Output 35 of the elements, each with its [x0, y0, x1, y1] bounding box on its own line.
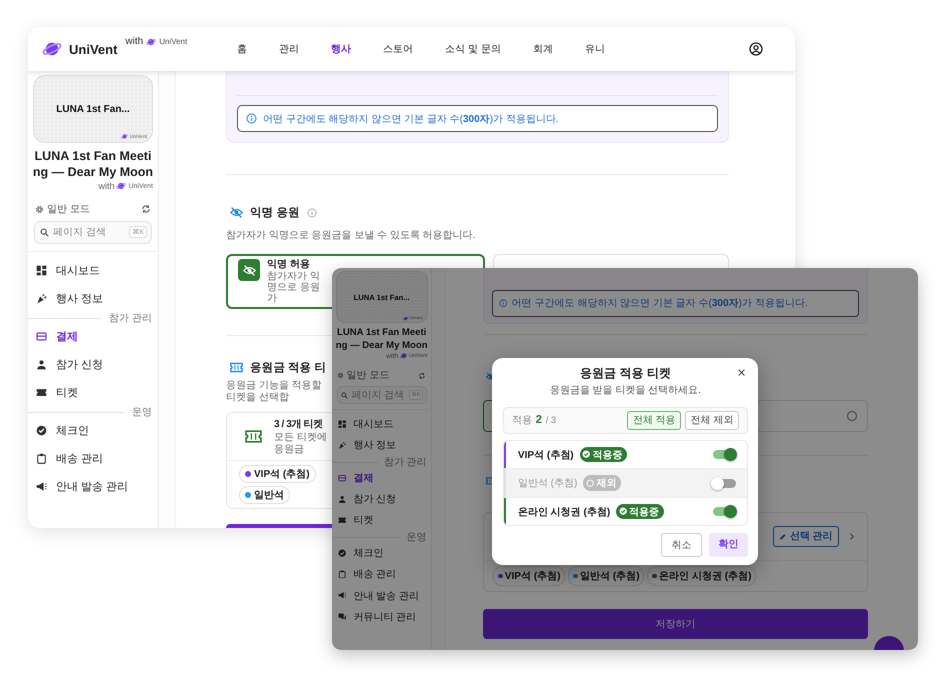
ticket-name: 온라인 시청권 (추첨): [518, 506, 610, 519]
applied-count: 2: [536, 414, 542, 426]
chip-label: VIP석 (추첨): [254, 468, 310, 481]
status-label: 적용중: [629, 506, 660, 519]
notice-text: 어떤 구간에도 해당하지 않으면 기본 글자 수(300자)가 적용됩니다.: [263, 112, 559, 126]
chip-label: 일반석: [254, 489, 284, 502]
chip-label: VIP석 (추첨): [504, 570, 561, 583]
group-label: 운영: [406, 531, 427, 544]
chip-label: 일반석 (추첨): [580, 570, 640, 583]
count-label: 적용: [512, 414, 532, 428]
section-title: 익명 응원: [250, 206, 300, 220]
section-description: 응원금 기능을 적용할 티켓을 선택합: [226, 380, 323, 404]
section-description: 참가자가 익명으로 응원금을 보낼 수 있도록 허용합니다.: [226, 229, 476, 242]
notice-text: 어떤 구간에도 해당하지 않으면 기본 글자 수(300자)가 적용됩니다.: [512, 297, 808, 310]
section-title: 응원금 적용 티: [250, 361, 326, 375]
group-label: 운영: [132, 406, 152, 419]
group-label: 참가 관리: [109, 312, 152, 325]
modal-title: 응원금 적용 티켓: [580, 365, 671, 382]
status-label: 적용중: [592, 448, 623, 462]
thumbnail-title: LUNA 1st Fan...: [56, 104, 130, 114]
modal-subtitle: 응원금을 받을 티켓을 선택하세요.: [550, 384, 701, 397]
event-title: LUNA 1st Fan Meeting — Dear My Moon: [334, 327, 429, 352]
chip-label: 온라인 시청권 (추첨): [659, 570, 752, 583]
summary-title: 3 / 3개 티켓: [274, 418, 324, 431]
event-title: LUNA 1st Fan Meeting — Dear My Moon: [32, 148, 154, 180]
ticket-name: VIP석 (추첨): [518, 448, 574, 462]
summary-description: 모든 티켓에 응원금: [274, 432, 328, 456]
partner-name: UniVent: [159, 37, 188, 46]
total-count: / 3: [546, 415, 556, 426]
with-label: with: [98, 181, 114, 191]
thumbnail-title: LUNA 1st Fan...: [354, 292, 410, 302]
ticket-name: 일반석 (추첨): [518, 477, 578, 490]
group-label: 참가 관리: [384, 456, 427, 470]
status-label: 제외: [596, 477, 616, 490]
with-label: with: [125, 36, 144, 47]
